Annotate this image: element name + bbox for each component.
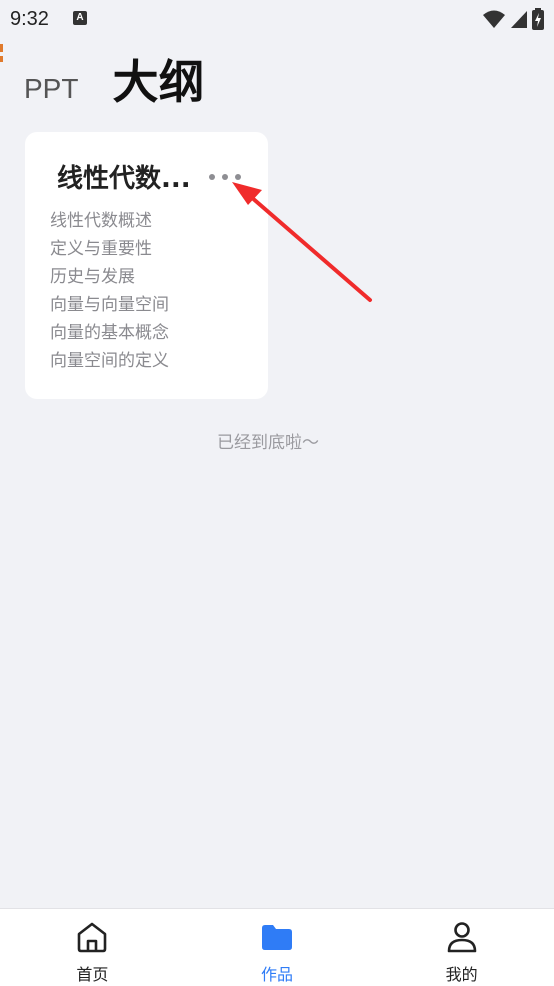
status-bar: 9:32 A <box>0 0 554 38</box>
list-item: 向量空间的定义 <box>50 351 169 371</box>
end-of-list-text: 已经到底啦～ <box>217 433 319 453</box>
a-letter-icon: A <box>73 11 87 25</box>
status-time: 9:32 <box>10 8 49 30</box>
list-item: 线性代数概述 <box>50 211 152 231</box>
list-item: 定义与重要性 <box>50 239 152 259</box>
card-title: 线性代数... <box>57 164 191 194</box>
battery-charging-icon <box>532 8 544 30</box>
list-item: 历史与发展 <box>50 267 135 287</box>
tab-ppt[interactable]: PPT <box>24 66 78 112</box>
nav-item-home[interactable]: 首页 <box>0 909 185 986</box>
list-item: 向量与向量空间 <box>50 295 169 315</box>
signal-icon <box>511 11 527 28</box>
status-icons <box>482 8 544 30</box>
nav-item-label: 作品 <box>261 965 294 984</box>
nav-item-profile[interactable]: 我的 <box>369 909 554 986</box>
header-tabs: PPT 大纲 <box>24 52 204 112</box>
folder-icon <box>262 925 292 950</box>
tab-outline[interactable]: 大纲 <box>112 52 204 112</box>
card-outline-list: 线性代数概述 定义与重要性 历史与发展 向量与向量空间 向量的基本概念 向量空间… <box>50 207 169 375</box>
user-icon <box>447 922 476 953</box>
nav-item-works[interactable]: 作品 <box>185 909 370 986</box>
outline-card[interactable]: 线性代数... 线性代数概述 定义与重要性 历史与发展 向量与向量空间 向量的基… <box>25 132 268 399</box>
nav-item-label: 首页 <box>76 965 109 984</box>
edge-mark <box>0 44 3 52</box>
edge-mark <box>0 56 3 62</box>
bottom-nav: 首页 作品 我的 <box>0 908 554 986</box>
more-horizontal-icon[interactable] <box>209 170 241 184</box>
nav-item-label: 我的 <box>445 965 478 984</box>
list-item: 向量的基本概念 <box>50 323 169 343</box>
home-icon <box>78 922 107 953</box>
wifi-icon <box>483 10 505 28</box>
